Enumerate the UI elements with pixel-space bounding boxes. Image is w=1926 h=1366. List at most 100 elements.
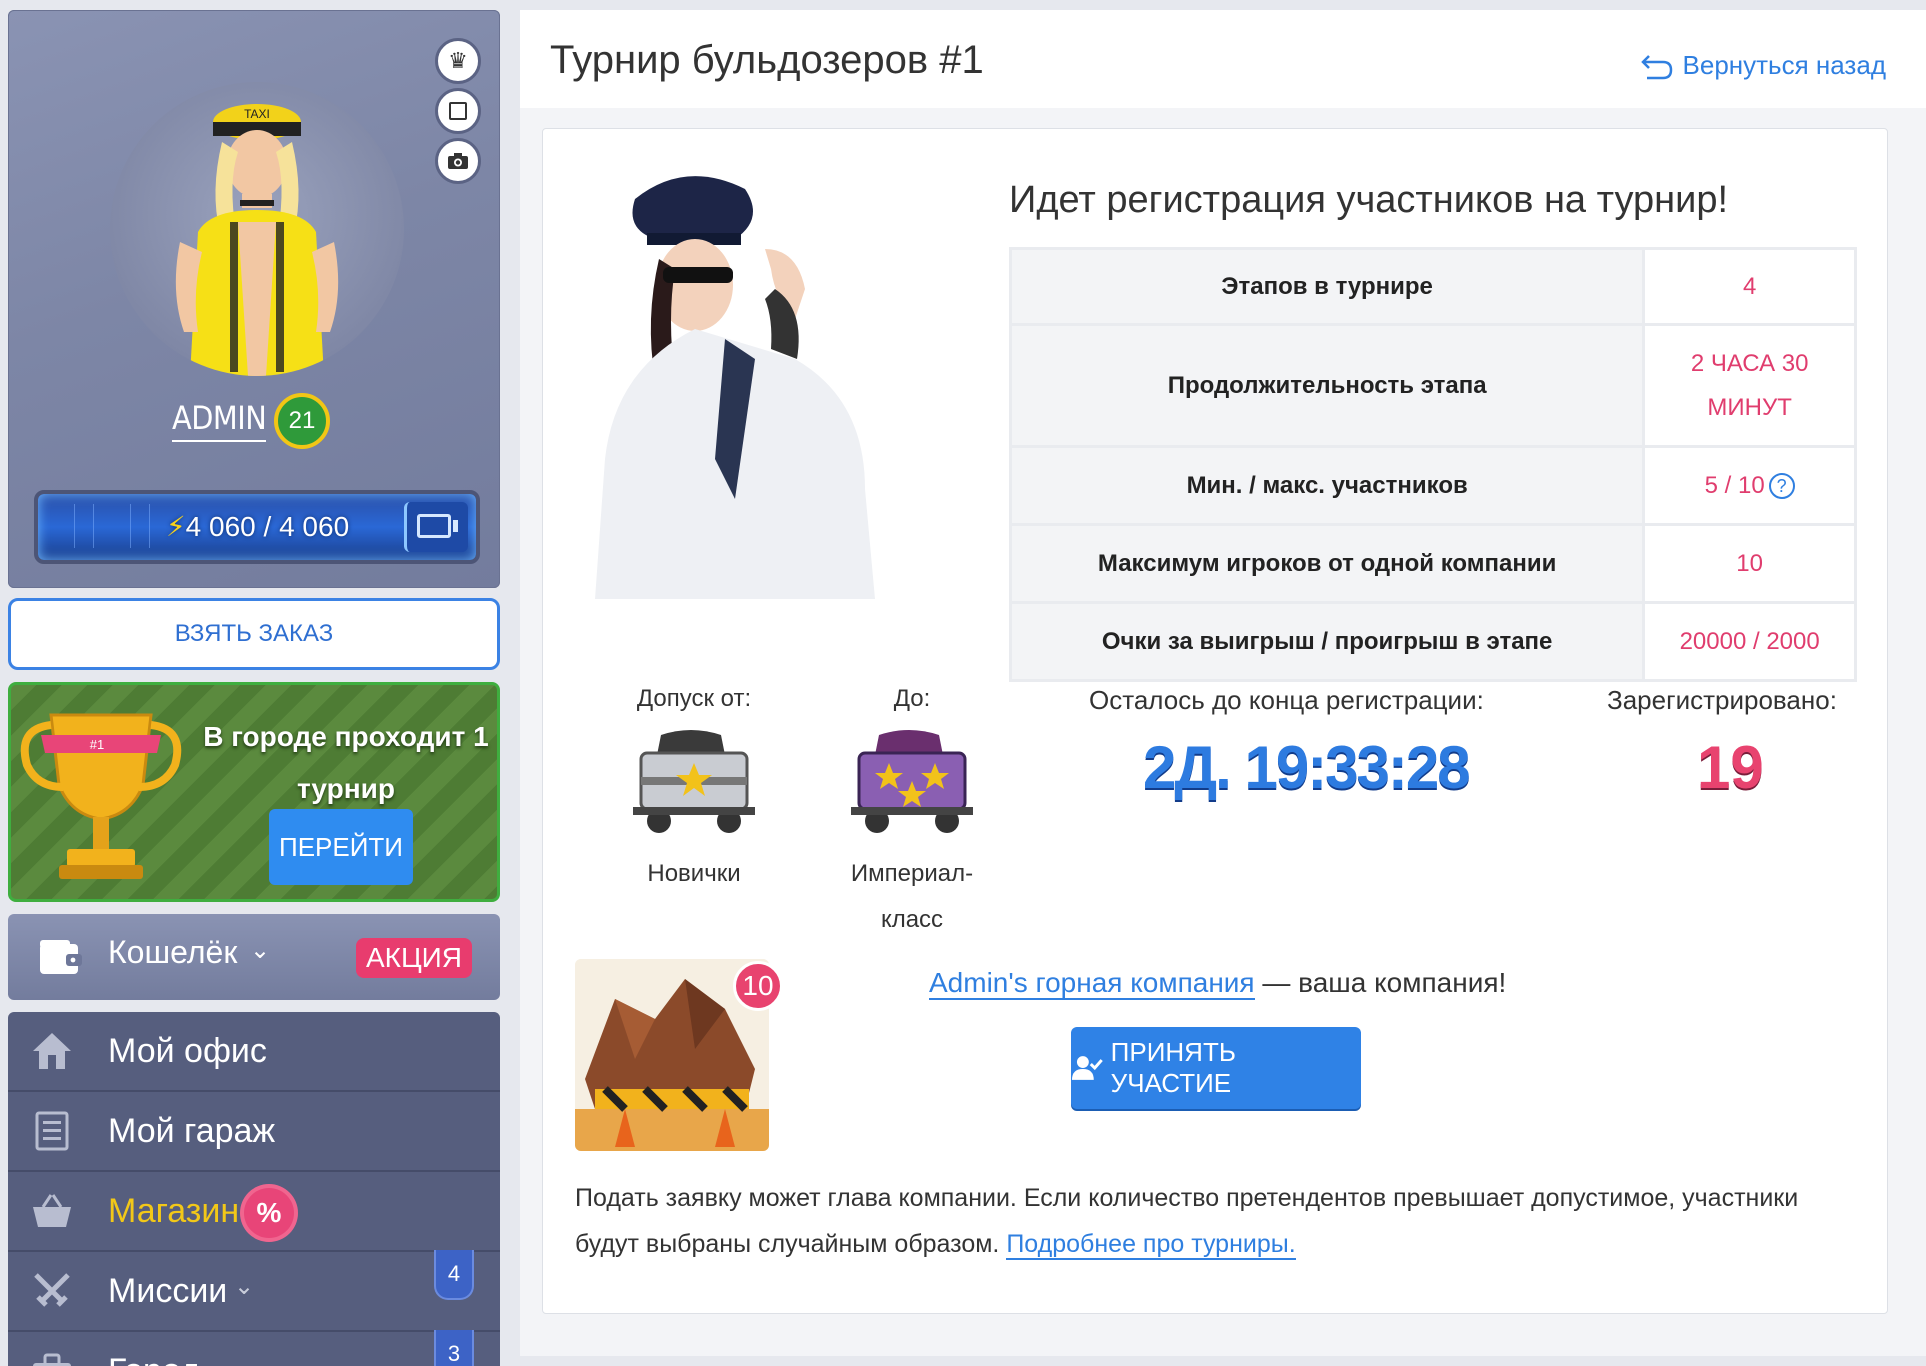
content-area: Идет регистрация участников на турнир! Э… [520,108,1926,1356]
svg-text:TAXI: TAXI [244,107,270,121]
wallet-panel[interactable]: Кошелёк ⌄ АКЦИЯ [8,914,500,1000]
access-from-label: Допуск от: [636,685,752,712]
table-label: Мин. / макс. участников [1008,445,1646,526]
crown-button[interactable]: ♛ [435,38,481,84]
table-row: Очки за выигрыш / проигрыш в этапе 20000… [1008,601,1857,682]
access-to-value: Империал-класс [850,860,974,933]
go-button[interactable]: ПЕРЕЙТИ [269,809,413,885]
energy-text: 4 060 / 4 060 [185,511,350,542]
cart-icon [849,727,975,837]
wallet-label: Кошелёк [108,934,238,970]
sale-badge: % [244,1188,294,1238]
access-from: Допуск от: Новички [609,685,779,897]
table-value: 4 [1642,247,1857,326]
basket-icon [30,1189,74,1233]
tournaments-info-link[interactable]: Подробнее про турниры. [1006,1230,1296,1260]
page-header: Турнир бульдозеров #1 Вернуться назад [520,10,1926,108]
avatar[interactable]: TAXI [110,82,404,376]
take-order-button[interactable]: ВЗЯТЬ ЗАКАЗ [8,598,500,670]
registered-label: Зарегистрировано: [1607,685,1837,715]
table-label: Очки за выигрыш / проигрыш в этапе [1008,601,1646,682]
tournament-card: Идет регистрация участников на турнир! Э… [542,128,1888,1314]
countdown-timer: 2Д. 19:33:28 [1143,734,1471,801]
promo-badge[interactable]: АКЦИЯ [356,938,472,978]
sidebar: TAXI ♛ ADMIN 21 ⚡4 060 / 4 060 ВЗЯТЬ ЗАК… [8,10,500,1366]
table-row: Максимум игроков от одной компании 10 [1008,523,1857,604]
camera-icon [448,153,468,169]
list-icon [30,1109,74,1153]
chevron-down-icon: ⌄ [234,1273,255,1300]
company-line: Admin's горная компания — ваша компания! [929,967,1507,1000]
table-value: 5 / 10 [1704,471,1765,499]
menu-item-shop[interactable]: Магазин % [8,1172,500,1252]
table-label: Продолжительность этапа [1008,323,1646,448]
cart-icon [631,727,757,837]
table-row: Продолжительность этапа 2 ЧАСА 30 МИНУТ [1008,323,1857,448]
countdown-label: Осталось до конца регистрации: [1089,685,1484,715]
user-check-icon [1071,1056,1103,1080]
chevron-down-icon: ⌄ [214,1352,234,1366]
main-menu: Мой офис Мой гараж Магазин % Миссии ⌄ 4 [8,1012,500,1366]
energy-bar: ⚡4 060 / 4 060 [34,490,480,564]
table-value: 2 ЧАСА 30 МИНУТ [1642,323,1857,448]
lightning-icon: ⚡ [166,511,186,542]
home-icon [30,1029,74,1073]
table-value: 10 [1642,523,1857,604]
energy-bar-segment [74,504,94,548]
back-link[interactable]: Вернуться назад [1640,50,1886,81]
registration-title: Идет регистрация участников на турнир! [1009,179,1729,221]
promo-text: В городе проходит 1 турнир [203,721,489,804]
table-label: Максимум игроков от одной компании [1008,523,1646,604]
level-badge: 21 [274,393,330,449]
back-link-label: Вернуться назад [1682,50,1886,80]
menu-item-missions[interactable]: Миссии ⌄ 4 [8,1250,500,1332]
menu-item-office[interactable]: Мой офис [8,1012,500,1092]
table-label: Этапов в турнире [1008,247,1646,326]
table-row: Этапов в турнире 4 [1008,247,1857,326]
trophy-icon: #1 [20,713,182,879]
access-to-label: До: [893,685,931,712]
menu-item-label: Мой гараж [108,1111,276,1150]
table-value: 20000 / 2000 [1642,601,1857,682]
chevron-down-icon: ⌄ [250,937,271,964]
help-icon[interactable]: ? [1768,473,1795,500]
camera-button[interactable] [435,138,481,184]
page-title: Турнир бульдозеров #1 [550,38,984,82]
company-suffix: — ваша компания! [1254,967,1507,998]
access-to: До: Империал-класс [827,685,997,943]
energy-value: ⚡4 060 / 4 060 [166,510,349,543]
registered-count: 19 [1697,734,1764,801]
table-value-cell: 5 / 10? [1642,445,1857,526]
menu-item-label: Магазин [108,1191,240,1230]
battery-icon [404,502,468,552]
svg-text:#1: #1 [90,737,104,752]
company-link[interactable]: Admin's горная компания [929,967,1255,1000]
profile-panel: TAXI ♛ ADMIN 21 ⚡4 060 / 4 060 [8,10,500,588]
back-arrow-icon [1640,54,1672,79]
menu-item-garage[interactable]: Мой гараж [8,1092,500,1172]
frame-button[interactable] [435,88,481,134]
menu-item-label: Мой офис [108,1031,267,1070]
menu-item-label: Город [108,1352,200,1366]
missions-count-badge: 4 [434,1250,474,1300]
tournament-hero-image [575,159,911,599]
join-button[interactable]: ПРИНЯТЬ УЧАСТИЕ [1071,1027,1361,1109]
access-from-value: Новички [647,860,741,887]
join-button-label: ПРИНЯТЬ УЧАСТИЕ [1110,1037,1236,1098]
square-icon [449,102,467,120]
avatar-image: TAXI [175,104,339,376]
crown-icon: ♛ [448,48,468,73]
table-row: Мин. / макс. участников 5 / 10? [1008,445,1857,526]
menu-item-label: Миссии [108,1271,228,1310]
energy-bar-segment [130,504,150,548]
tournament-promo: #1 В городе проходит 1 турнир ПЕРЕЙТИ [8,682,500,902]
tournament-note: Подать заявку может глава компании. Если… [575,1175,1865,1267]
menu-item-city[interactable]: Город ⌄ 3 [8,1330,500,1366]
wallet-icon [40,940,82,974]
swords-icon [30,1269,74,1313]
city-count-badge: 3 [434,1330,474,1366]
username-link[interactable]: ADMIN [172,398,267,442]
briefcase-icon [30,1349,74,1366]
tournament-info-table: Этапов в турнире 4 Продолжительность эта… [1008,247,1857,682]
company-count-badge: 10 [733,961,783,1011]
